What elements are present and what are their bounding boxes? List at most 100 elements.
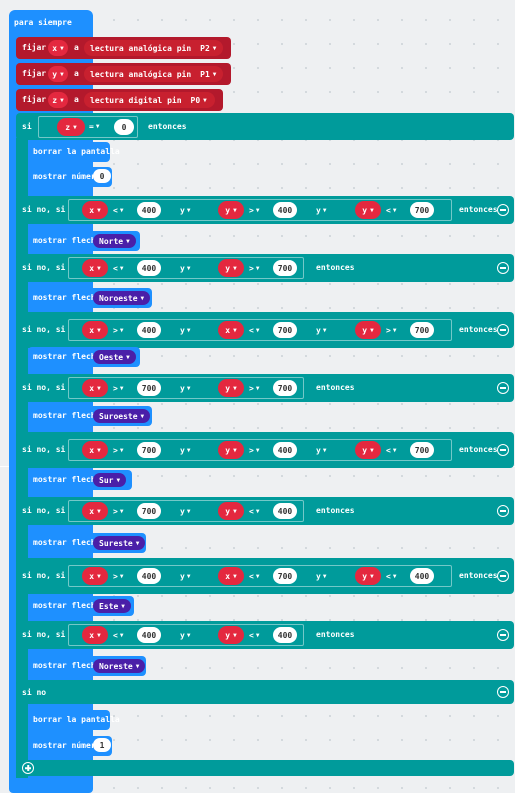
number-input[interactable]: 400	[273, 627, 297, 643]
direction-dropdown[interactable]: Norte ▼	[93, 234, 136, 248]
variable-dropdown[interactable]: x ▼	[82, 259, 108, 277]
operator-dropdown[interactable]: > ▼	[113, 446, 123, 455]
and-dropdown[interactable]: y ▼	[180, 446, 190, 455]
operator-dropdown[interactable]: > ▼	[113, 326, 123, 335]
direction-dropdown[interactable]: Sureste ▼	[93, 536, 146, 550]
operator-dropdown[interactable]: < ▼	[113, 631, 123, 640]
variable-dropdown[interactable]: x ▼	[82, 502, 108, 520]
and-dropdown[interactable]: y ▼	[180, 572, 190, 581]
variable-dropdown[interactable]: z ▼	[48, 92, 68, 108]
number-input[interactable]: 700	[410, 322, 434, 338]
number-input[interactable]: 400	[137, 322, 161, 338]
add-branch-icon[interactable]	[22, 762, 34, 774]
number-input[interactable]: 700	[137, 503, 161, 519]
operator-dropdown[interactable]: > ▼	[249, 206, 259, 215]
variable-dropdown[interactable]: y ▼	[355, 441, 381, 459]
number-input[interactable]: 400	[137, 568, 161, 584]
remove-branch-icon[interactable]	[497, 382, 509, 394]
variable-dropdown[interactable]: y ▼	[218, 379, 244, 397]
variable-dropdown[interactable]: y ▼	[218, 201, 244, 219]
remove-else-icon[interactable]	[497, 686, 509, 698]
direction-dropdown[interactable]: Sur ▼	[93, 473, 127, 487]
variable-dropdown[interactable]: y ▼	[218, 626, 244, 644]
number-input[interactable]: 700	[137, 380, 161, 396]
number-input[interactable]: 400	[273, 202, 297, 218]
variable-dropdown[interactable]: x ▼	[82, 567, 108, 585]
and-dropdown[interactable]: y ▼	[316, 572, 326, 581]
number-input[interactable]: 400	[410, 568, 434, 584]
remove-branch-icon[interactable]	[497, 204, 509, 216]
operator-dropdown[interactable]: < ▼	[113, 264, 123, 273]
variable-dropdown[interactable]: x ▼	[82, 321, 108, 339]
number-input[interactable]: 700	[273, 322, 297, 338]
read-pin-block[interactable]: lectura analógica pin P1 ▼	[84, 66, 223, 82]
pin-dropdown[interactable]: P0	[191, 96, 201, 105]
number-input[interactable]: 700	[137, 442, 161, 458]
remove-branch-icon[interactable]	[497, 570, 509, 582]
operator-dropdown[interactable]: < ▼	[249, 572, 259, 581]
variable-dropdown[interactable]: x ▼	[218, 321, 244, 339]
number-input[interactable]: 400	[137, 627, 161, 643]
variable-dropdown[interactable]: y ▼	[355, 567, 381, 585]
variable-dropdown[interactable]: x ▼	[218, 567, 244, 585]
remove-branch-icon[interactable]	[497, 262, 509, 274]
operator-dropdown[interactable]: < ▼	[249, 631, 259, 640]
variable-dropdown[interactable]: x ▼	[82, 201, 108, 219]
operator-dropdown[interactable]: > ▼	[113, 572, 123, 581]
variable-dropdown[interactable]: x ▼	[82, 441, 108, 459]
and-dropdown[interactable]: y ▼	[180, 384, 190, 393]
operator-dropdown[interactable]: > ▼	[249, 264, 259, 273]
operator-dropdown[interactable]: < ▼	[249, 507, 259, 516]
operator-dropdown[interactable]: < ▼	[249, 326, 259, 335]
and-dropdown[interactable]: y ▼	[316, 206, 326, 215]
show-number-value[interactable]: 1	[93, 738, 111, 752]
and-dropdown[interactable]: y ▼	[180, 631, 190, 640]
direction-dropdown[interactable]: Noreste ▼	[93, 659, 146, 673]
operator-dropdown[interactable]: > ▼	[249, 384, 259, 393]
and-dropdown[interactable]: y ▼	[180, 206, 190, 215]
number-input[interactable]: 400	[137, 260, 161, 276]
operator-dropdown[interactable]: = ▼	[89, 122, 99, 131]
variable-dropdown[interactable]: y ▼	[218, 259, 244, 277]
read-pin-block[interactable]: lectura analógica pin P2 ▼	[84, 40, 223, 56]
and-dropdown[interactable]: y ▼	[316, 446, 326, 455]
read-pin-block[interactable]: lectura digital pin P0 ▼	[84, 92, 215, 108]
remove-branch-icon[interactable]	[497, 629, 509, 641]
pin-dropdown[interactable]: P1	[200, 70, 210, 79]
variable-dropdown[interactable]: y ▼	[218, 502, 244, 520]
operator-dropdown[interactable]: < ▼	[113, 206, 123, 215]
blocks-workspace[interactable]: para siempre fijar x ▼ a lectura analógica pi…	[0, 0, 515, 793]
number-input[interactable]: 700	[273, 568, 297, 584]
number-input[interactable]: 400	[273, 442, 297, 458]
number-input[interactable]: 700	[410, 202, 434, 218]
remove-branch-icon[interactable]	[497, 505, 509, 517]
number-input[interactable]: 400	[137, 202, 161, 218]
variable-dropdown[interactable]: z ▼	[57, 118, 85, 136]
and-dropdown[interactable]: y ▼	[180, 326, 190, 335]
variable-dropdown[interactable]: y ▼	[218, 441, 244, 459]
operator-dropdown[interactable]: < ▼	[386, 572, 396, 581]
number-input[interactable]: 700	[273, 380, 297, 396]
number-input[interactable]: 700	[410, 442, 434, 458]
variable-dropdown[interactable]: y ▼	[355, 201, 381, 219]
remove-branch-icon[interactable]	[497, 444, 509, 456]
number-input[interactable]: 0	[114, 119, 134, 135]
direction-dropdown[interactable]: Noroeste ▼	[93, 291, 151, 305]
direction-dropdown[interactable]: Este ▼	[93, 599, 131, 613]
and-dropdown[interactable]: y ▼	[180, 264, 190, 273]
operator-dropdown[interactable]: > ▼	[249, 446, 259, 455]
variable-dropdown[interactable]: x ▼	[82, 379, 108, 397]
operator-dropdown[interactable]: > ▼	[386, 326, 396, 335]
variable-dropdown[interactable]: y ▼	[48, 66, 68, 82]
else-row[interactable]	[16, 680, 514, 704]
direction-dropdown[interactable]: Suroeste ▼	[93, 409, 151, 423]
direction-dropdown[interactable]: Oeste ▼	[93, 350, 136, 364]
number-input[interactable]: 400	[273, 503, 297, 519]
variable-dropdown[interactable]: y ▼	[355, 321, 381, 339]
operator-dropdown[interactable]: > ▼	[113, 384, 123, 393]
variable-dropdown[interactable]: x ▼	[48, 40, 68, 56]
operator-dropdown[interactable]: < ▼	[386, 446, 396, 455]
variable-dropdown[interactable]: x ▼	[82, 626, 108, 644]
pin-dropdown[interactable]: P2	[200, 44, 210, 53]
operator-dropdown[interactable]: > ▼	[113, 507, 123, 516]
